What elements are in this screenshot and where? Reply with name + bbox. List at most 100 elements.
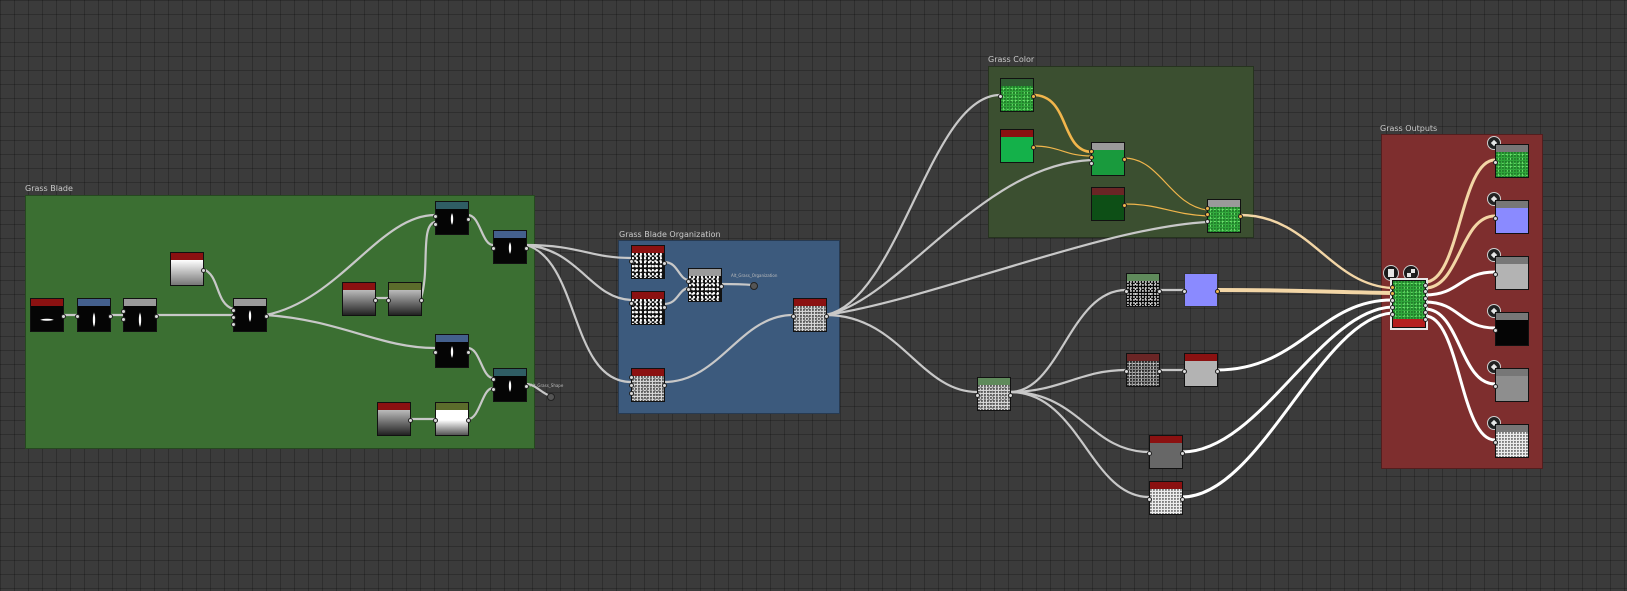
- uniform-color-green-node[interactable]: [1000, 129, 1036, 163]
- output-port[interactable]: [408, 418, 413, 423]
- output-basecolor-node[interactable]: [1493, 144, 1529, 178]
- blade-transform-bottom-node[interactable]: [433, 334, 471, 368]
- output-port[interactable]: [1122, 157, 1127, 162]
- input-port[interactable]: [491, 377, 496, 382]
- output-port[interactable]: [108, 314, 113, 319]
- output-port[interactable]: [1157, 289, 1162, 294]
- input-port[interactable]: [1493, 384, 1498, 389]
- mirror-node[interactable]: [121, 298, 159, 332]
- output-port[interactable]: [1180, 451, 1185, 456]
- input-port[interactable]: [1390, 298, 1395, 303]
- output-port[interactable]: [154, 314, 159, 319]
- levels-node[interactable]: [386, 282, 424, 316]
- organization-output-node[interactable]: [791, 298, 829, 332]
- input-port[interactable]: [629, 383, 634, 388]
- output-port[interactable]: [1215, 289, 1220, 294]
- output-port[interactable]: [1215, 369, 1220, 374]
- input-port[interactable]: [1182, 289, 1187, 294]
- roughness-source-node[interactable]: [1124, 353, 1162, 387]
- input-port[interactable]: [1147, 451, 1152, 456]
- checker-icon[interactable]: [1403, 265, 1419, 281]
- input-port[interactable]: [1124, 369, 1129, 374]
- output-port[interactable]: [824, 314, 829, 319]
- scatter-node-3[interactable]: [629, 368, 667, 402]
- blade-transform-top-node[interactable]: [491, 230, 529, 264]
- output-port[interactable]: [719, 284, 724, 289]
- output-port[interactable]: [662, 383, 667, 388]
- height-levels-node[interactable]: [1147, 481, 1185, 515]
- input-port[interactable]: [231, 308, 236, 313]
- output-height-node[interactable]: [1493, 424, 1529, 458]
- output-port[interactable]: [1423, 283, 1428, 288]
- input-port[interactable]: [629, 259, 634, 264]
- output-port[interactable]: [1122, 203, 1127, 208]
- input-port[interactable]: [975, 393, 980, 398]
- input-port[interactable]: [1124, 289, 1129, 294]
- input-port[interactable]: [1089, 155, 1094, 160]
- input-port[interactable]: [1205, 212, 1210, 217]
- input-port[interactable]: [1493, 272, 1498, 277]
- output-port[interactable]: [1180, 497, 1185, 502]
- gradient-bottom-node[interactable]: [377, 402, 413, 436]
- scatter-blend-node[interactable]: [686, 268, 724, 302]
- input-port[interactable]: [1390, 291, 1395, 296]
- input-port[interactable]: [1089, 149, 1094, 154]
- metallic-node[interactable]: [1147, 435, 1185, 469]
- output-port[interactable]: [1238, 214, 1243, 219]
- output-port[interactable]: [1008, 393, 1013, 398]
- output-port[interactable]: [201, 268, 206, 273]
- input-port[interactable]: [433, 418, 438, 423]
- output-port[interactable]: [1423, 303, 1428, 308]
- material-node[interactable]: [1390, 278, 1428, 330]
- output-port[interactable]: [1031, 145, 1036, 150]
- input-port[interactable]: [231, 315, 236, 320]
- output-port[interactable]: [1423, 310, 1428, 315]
- input-port[interactable]: [629, 391, 634, 396]
- blade-blend-top-node[interactable]: [433, 201, 471, 235]
- levels-bottom-node[interactable]: [433, 402, 471, 436]
- input-port[interactable]: [1089, 161, 1094, 166]
- input-port[interactable]: [1493, 328, 1498, 333]
- input-port[interactable]: [1205, 206, 1210, 211]
- input-port[interactable]: [433, 222, 438, 227]
- output-port[interactable]: [419, 298, 424, 303]
- blade-shape-node[interactable]: [30, 298, 66, 332]
- color-final-blend-node[interactable]: [1205, 199, 1243, 233]
- input-port[interactable]: [75, 314, 80, 319]
- input-port[interactable]: [686, 279, 691, 284]
- output-port[interactable]: [466, 350, 471, 355]
- output-port[interactable]: [524, 384, 529, 389]
- input-port[interactable]: [791, 314, 796, 319]
- input-port[interactable]: [1147, 497, 1152, 502]
- output-port[interactable]: [1423, 296, 1428, 301]
- gradient-dark-node[interactable]: [342, 282, 378, 316]
- input-port[interactable]: [1493, 216, 1498, 221]
- output-dot[interactable]: [547, 393, 555, 401]
- output-port[interactable]: [264, 314, 269, 319]
- input-port[interactable]: [121, 317, 126, 322]
- output-port[interactable]: [1423, 289, 1428, 294]
- output-port[interactable]: [1031, 94, 1036, 99]
- transform-node[interactable]: [75, 298, 113, 332]
- output-port[interactable]: [662, 305, 667, 310]
- input-port[interactable]: [491, 246, 496, 251]
- input-port[interactable]: [433, 214, 438, 219]
- scatter-node-2[interactable]: [629, 291, 667, 325]
- color-blend-node[interactable]: [1089, 142, 1127, 176]
- input-port[interactable]: [491, 387, 496, 392]
- output-roughness-node[interactable]: [1493, 256, 1529, 290]
- input-port[interactable]: [629, 301, 634, 306]
- blend-node[interactable]: [231, 298, 269, 332]
- output-ambient-occlusion-node[interactable]: [1493, 368, 1529, 402]
- input-port[interactable]: [998, 94, 1003, 99]
- height-source-node[interactable]: [975, 377, 1013, 411]
- input-port[interactable]: [1205, 219, 1210, 224]
- output-port[interactable]: [662, 261, 667, 266]
- uniform-color-dark-green-node[interactable]: [1091, 187, 1127, 221]
- output-port[interactable]: [466, 418, 471, 423]
- input-port[interactable]: [1493, 440, 1498, 445]
- output-port[interactable]: [1423, 317, 1428, 322]
- input-port[interactable]: [1390, 285, 1395, 290]
- output-port[interactable]: [466, 217, 471, 222]
- input-port[interactable]: [231, 322, 236, 327]
